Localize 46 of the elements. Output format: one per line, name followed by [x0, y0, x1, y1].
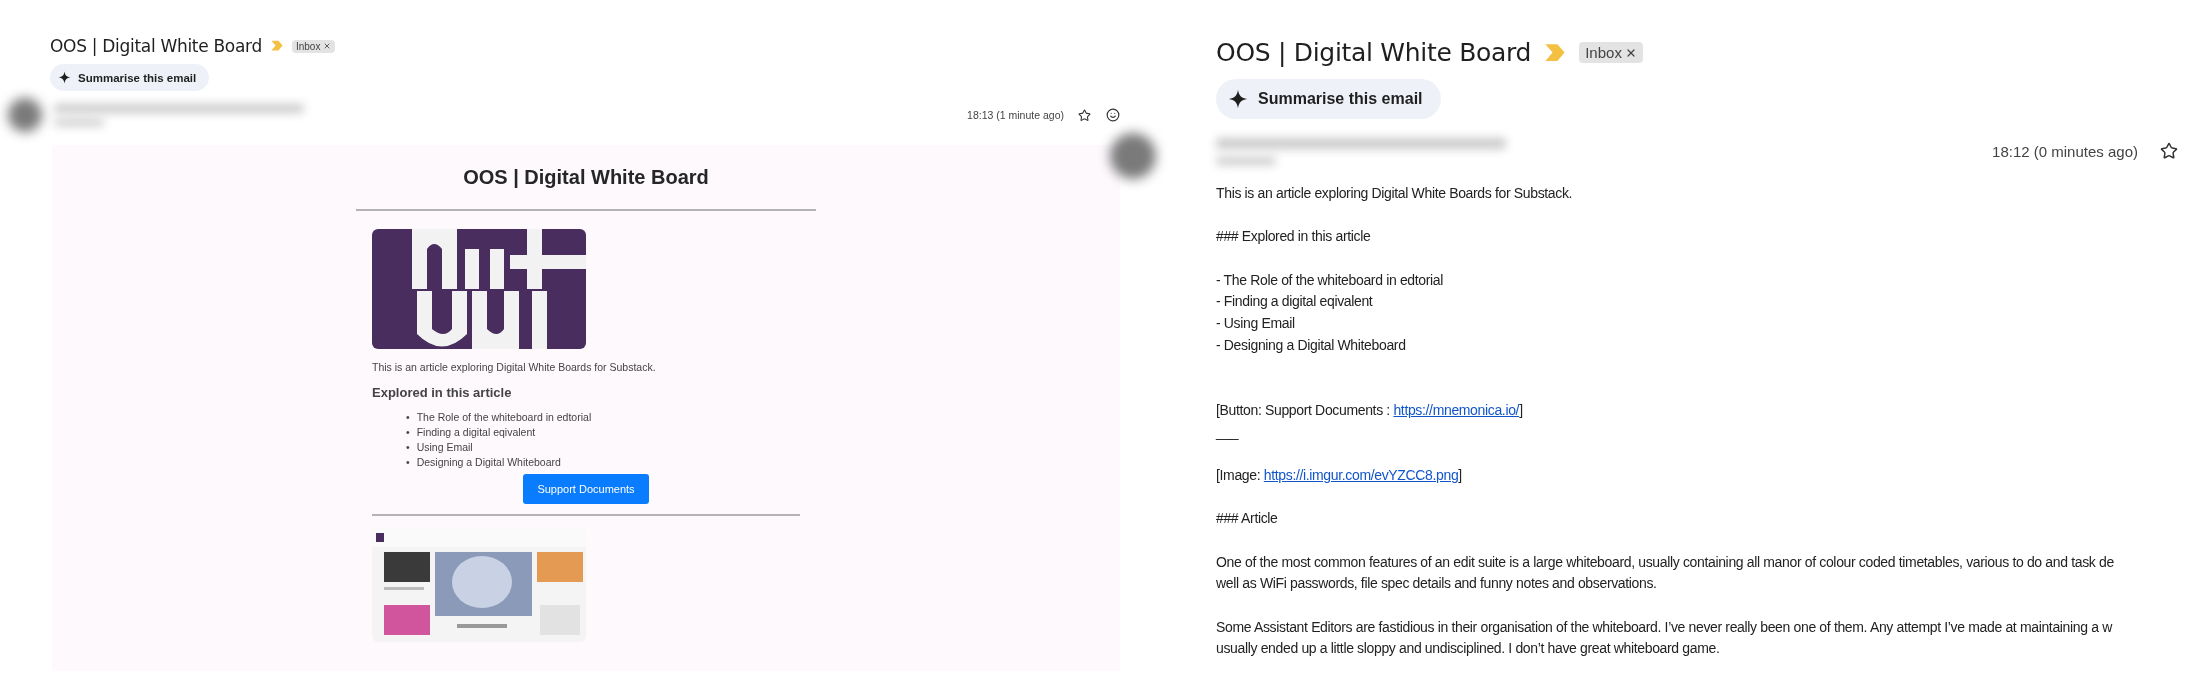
email-subject: OOS | Digital White Board — [50, 36, 262, 56]
bullet-marker: • — [406, 410, 410, 425]
body-line: ___ — [1216, 422, 1239, 442]
email-subject: OOS | Digital White Board — [1216, 38, 1532, 67]
body-line: [Image: https://i.imgur.com/evYZCC8.png] — [1216, 465, 1462, 485]
summarise-button[interactable]: Summarise this email — [1216, 79, 1441, 119]
star-icon[interactable] — [1078, 108, 1091, 122]
timestamp: 18:13 (1 minute ago) — [967, 109, 1064, 121]
bullet-item: Using Email — [416, 440, 473, 455]
emoji-icon[interactable] — [1106, 108, 1120, 122]
section-heading: Explored in this article — [372, 385, 513, 400]
intro-text: This is an article exploring Digital White Boards for Substack. — [372, 361, 657, 373]
summarise-button[interactable]: Summarise this email — [50, 64, 210, 91]
star-icon[interactable] — [2160, 142, 2178, 160]
body-line: Some Assistant Editors are fastidious in their organisation of the whiteboard. I’ve never really been one of them. Any attempt I’ve made at maintaining a w — [1216, 617, 2112, 637]
bullet-marker: • — [406, 440, 410, 455]
body-line: This is an article exploring Digital White Boards for Substack. — [1216, 184, 1573, 203]
label-chip[interactable]: Inbox — [291, 39, 336, 53]
label-chip[interactable]: Inbox — [1579, 42, 1643, 63]
body-line: - Designing a Digital Whiteboard — [1216, 335, 1406, 355]
timestamp: 18:12 (0 minutes ago) — [1992, 142, 2138, 160]
body-line: [Button: Support Documents : https://mnemonica.io/] — [1216, 400, 1523, 420]
bullet-item: Designing a Digital Whiteboard — [416, 455, 561, 470]
sparkle-icon — [1228, 89, 1248, 109]
bullet-item: Finding a digital eqivalent — [416, 425, 536, 440]
close-icon[interactable] — [323, 42, 332, 50]
email-heading: OOS | Digital White Board — [463, 165, 709, 189]
importance-marker-icon — [269, 40, 284, 52]
body-line: usually ended up a little sloppy and undisciplined. I don’t have great whiteboard game. — [1216, 639, 1720, 659]
body-line: One of the most common features of an edit suite is a large whiteboard, usually containing all manor of colour coded timetables, various to do and task de — [1216, 552, 2114, 572]
body-line: ### Article — [1216, 509, 1278, 529]
blurred-avatar — [1110, 133, 1156, 179]
bullet-marker: • — [406, 455, 410, 470]
redacted-recipient — [1216, 156, 1276, 165]
bullet-marker: • — [406, 425, 410, 440]
body-line: - Finding a digital eqivalent — [1216, 292, 1373, 312]
blurred-avatar — [8, 98, 42, 132]
bullet-item: The Role of the whiteboard in edtorial — [416, 410, 592, 425]
body-line: - The Role of the whiteboard in edtorial — [1216, 270, 1443, 290]
body-line: well as WiFi passwords, file spec details and funny notes and observations. — [1216, 574, 1657, 594]
support-documents-button[interactable]: Support Documents — [523, 474, 649, 504]
importance-marker-icon — [1543, 42, 1568, 63]
redacted-recipient — [54, 119, 104, 126]
body-line: ### Explored in this article — [1216, 227, 1371, 247]
sparkle-icon — [58, 71, 71, 84]
body-line: - Using Email — [1216, 314, 1295, 334]
